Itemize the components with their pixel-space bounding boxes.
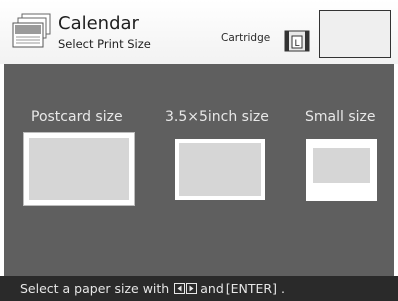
footer-suffix: . <box>281 281 285 296</box>
cartridge-icon: L <box>284 30 310 52</box>
header-bar: Calendar Select Print Size Cartridge L <box>0 0 398 64</box>
calendar-stack-icon <box>12 13 51 48</box>
postcard-size-label: Postcard size <box>31 109 123 125</box>
3-5x5-size-option[interactable] <box>175 139 265 200</box>
footer-instruction: Select a paper size with and [ENTER] . <box>20 281 285 296</box>
cartridge-label: Cartridge <box>221 32 271 44</box>
small-size-preview <box>313 148 370 183</box>
page-subtitle: Select Print Size <box>58 37 151 51</box>
size-selection-panel: Postcard size 3.5×5inch size Small size <box>4 64 394 276</box>
3-5x5-size-preview <box>179 143 261 196</box>
preview-box <box>319 10 391 58</box>
small-size-label: Small size <box>305 109 376 125</box>
right-arrow-key-icon <box>186 283 198 294</box>
postcard-size-preview <box>29 138 129 200</box>
3-5x5-size-label: 3.5×5inch size <box>165 109 269 125</box>
small-size-option[interactable] <box>306 139 377 201</box>
footer-prefix: Select a paper size with <box>20 281 170 296</box>
footer-and: and <box>200 281 224 296</box>
enter-key-label: [ENTER] <box>225 281 277 296</box>
left-arrow-key-icon <box>174 283 186 294</box>
cartridge-size-letter: L <box>294 39 299 49</box>
postcard-size-option[interactable] <box>24 133 134 205</box>
footer-bar: Select a paper size with and [ENTER] . <box>0 276 398 301</box>
page-title: Calendar <box>58 13 139 34</box>
